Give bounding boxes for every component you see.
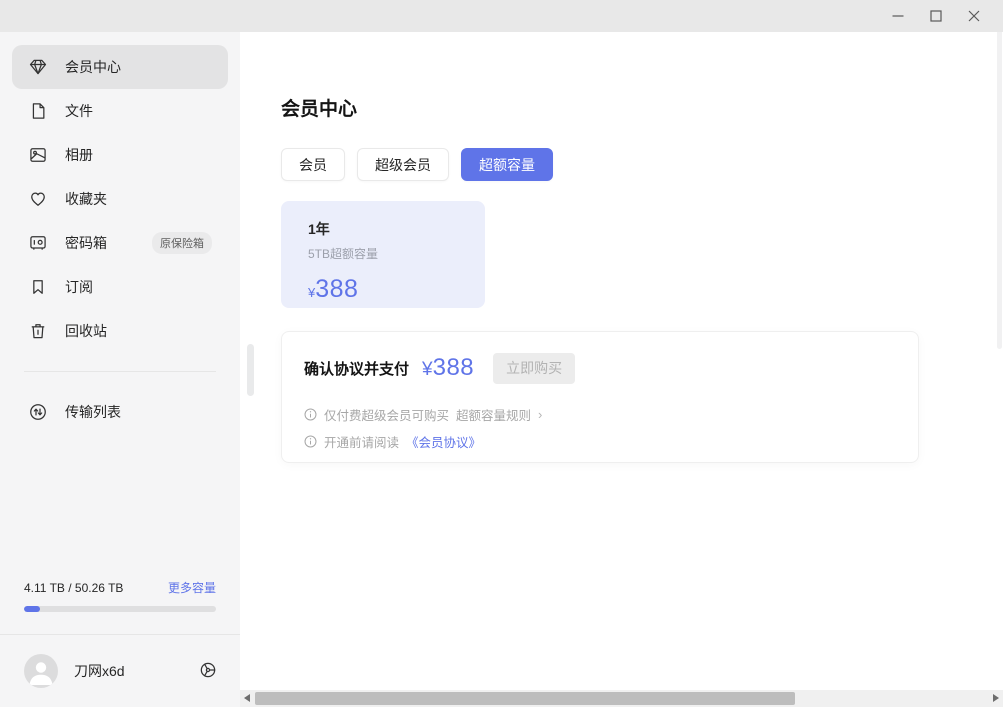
- checkout-note-1: 仅付费超级会员可购买 超额容量规则 ›: [304, 405, 896, 424]
- password-box-badge: 原保险箱: [152, 232, 212, 254]
- safe-icon: [28, 233, 48, 253]
- checkout-amount: 388: [433, 354, 475, 382]
- bookmark-icon: [28, 277, 48, 297]
- info-icon: [304, 435, 317, 448]
- sidebar: 会员中心 文件 相册 收藏夹: [0, 32, 240, 707]
- username: 刀网x6d: [74, 661, 125, 681]
- tab-member[interactable]: 会员: [281, 148, 345, 181]
- checkout-note-2: 开通前请阅读 《会员协议》: [304, 432, 896, 451]
- sidebar-item-label: 传输列表: [65, 402, 121, 422]
- scroll-left-arrow-icon[interactable]: [244, 694, 250, 702]
- plan-price: ¥ 388: [308, 275, 485, 304]
- sidebar-item-password-box[interactable]: 密码箱 原保险箱: [12, 221, 228, 265]
- sidebar-item-files[interactable]: 文件: [12, 89, 228, 133]
- sidebar-item-albums[interactable]: 相册: [12, 133, 228, 177]
- maximize-icon: [930, 10, 942, 22]
- sidebar-nav: 会员中心 文件 相册 收藏夹: [12, 45, 228, 434]
- diamond-icon: [28, 57, 48, 77]
- transfer-arrows-icon: [28, 402, 48, 422]
- gear-icon: [198, 660, 218, 683]
- file-icon: [28, 101, 48, 121]
- sidebar-item-label: 订阅: [65, 277, 93, 297]
- right-vertical-scrollbar[interactable]: [997, 32, 1002, 349]
- buy-now-button[interactable]: 立即购买: [493, 353, 575, 384]
- plan-amount: 388: [315, 275, 358, 304]
- membership-tabs: 会员 超级会员 超额容量: [281, 148, 553, 181]
- page-title: 会员中心: [281, 94, 357, 121]
- sidebar-item-label: 收藏夹: [65, 189, 107, 209]
- plan-card-1year[interactable]: 1年 5TB超额容量 ¥ 388: [281, 201, 485, 308]
- sidebar-divider: [24, 371, 216, 372]
- horizontal-scrollbar[interactable]: [240, 690, 1003, 707]
- plan-currency-symbol: ¥: [308, 285, 315, 300]
- tab-super-member[interactable]: 超级会员: [357, 148, 449, 181]
- checkout-label: 确认协议并支付: [304, 358, 409, 379]
- storage-usage-text: 4.11 TB / 50.26 TB: [24, 581, 123, 595]
- sidebar-item-label: 回收站: [65, 321, 107, 341]
- sidebar-item-label: 密码箱: [65, 233, 107, 253]
- close-icon: [968, 10, 980, 22]
- window-controls: [879, 0, 993, 32]
- checkout-price: ¥ 388: [422, 354, 474, 382]
- sidebar-item-subscriptions[interactable]: 订阅: [12, 265, 228, 309]
- note-text: 仅付费超级会员可购买: [324, 405, 449, 424]
- info-icon: [304, 408, 317, 421]
- plan-duration: 1年: [308, 219, 485, 239]
- scroll-right-arrow-icon[interactable]: [993, 694, 999, 702]
- storage-progress-track: [24, 606, 216, 612]
- plan-description: 5TB超额容量: [308, 245, 485, 262]
- checkout-panel: 确认协议并支付 ¥ 388 立即购买 仅付费超级会员可购买 超额容量规则 ›: [281, 331, 919, 463]
- close-button[interactable]: [955, 2, 993, 30]
- sidebar-item-favorites[interactable]: 收藏夹: [12, 177, 228, 221]
- trash-icon: [28, 321, 48, 341]
- capacity-rules-link[interactable]: 超额容量规则: [456, 405, 531, 424]
- chevron-right-icon: ›: [538, 407, 542, 422]
- settings-button[interactable]: [196, 659, 220, 683]
- user-profile-row[interactable]: 刀网x6d: [24, 635, 220, 707]
- note-text: 开通前请阅读: [324, 432, 399, 451]
- tab-extra-capacity[interactable]: 超额容量: [461, 148, 553, 181]
- minimize-button[interactable]: [879, 2, 917, 30]
- sidebar-item-recycle-bin[interactable]: 回收站: [12, 309, 228, 353]
- maximize-button[interactable]: [917, 2, 955, 30]
- photo-icon: [28, 145, 48, 165]
- checkout-currency-symbol: ¥: [422, 359, 433, 381]
- heart-icon: [28, 189, 48, 209]
- sidebar-item-member-center[interactable]: 会员中心: [12, 45, 228, 89]
- storage-section: 4.11 TB / 50.26 TB 更多容量: [24, 579, 216, 612]
- window-titlebar[interactable]: [0, 0, 1003, 32]
- minimize-icon: [892, 10, 904, 22]
- main-content: 会员中心 会员 超级会员 超额容量 1年 5TB超额容量 ¥ 388 确认协议并…: [240, 32, 1003, 690]
- avatar[interactable]: [24, 654, 58, 688]
- more-capacity-link[interactable]: 更多容量: [168, 579, 216, 596]
- sidebar-item-label: 会员中心: [65, 57, 121, 77]
- member-agreement-link[interactable]: 《会员协议》: [406, 432, 481, 451]
- app-window: 会员中心 文件 相册 收藏夹: [0, 0, 1003, 707]
- storage-progress-fill: [24, 606, 40, 612]
- content-vertical-scrollbar-thumb[interactable]: [247, 344, 254, 396]
- sidebar-item-transfer-list[interactable]: 传输列表: [12, 390, 228, 434]
- sidebar-item-label: 相册: [65, 145, 93, 165]
- sidebar-item-label: 文件: [65, 101, 93, 121]
- horizontal-scrollbar-thumb[interactable]: [255, 692, 795, 705]
